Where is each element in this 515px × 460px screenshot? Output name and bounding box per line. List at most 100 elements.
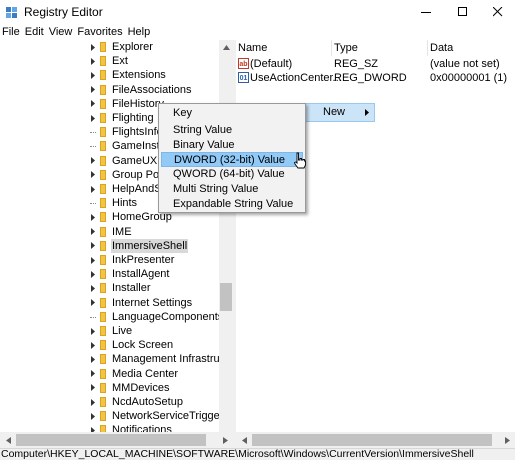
expand-chevron-icon[interactable] xyxy=(89,338,97,352)
scroll-up-arrow-icon[interactable] xyxy=(219,40,233,54)
submenu-item[interactable]: Expandable String Value xyxy=(161,197,303,212)
close-icon xyxy=(493,7,503,17)
menu-favorites[interactable]: Favorites xyxy=(75,26,125,38)
hand-cursor-icon xyxy=(293,152,306,169)
expand-chevron-icon[interactable] xyxy=(89,253,97,267)
tree-item-label: InkPresenter xyxy=(112,254,175,266)
tree-item[interactable]: MMDevices xyxy=(0,381,220,395)
minimize-icon xyxy=(421,12,431,13)
submenu-item[interactable]: Key xyxy=(161,106,303,121)
value-data: (value not set) xyxy=(430,58,500,70)
expand-chevron-icon[interactable] xyxy=(89,324,97,338)
expand-chevron-icon[interactable] xyxy=(89,409,97,423)
folder-icon xyxy=(100,98,106,109)
tree-item-label: Internet Settings xyxy=(112,296,193,309)
tree-item[interactable]: ImmersiveShell xyxy=(0,238,220,253)
folder-icon xyxy=(100,198,106,209)
menu-view[interactable]: View xyxy=(47,26,76,38)
expand-chevron-icon[interactable] xyxy=(89,210,97,224)
expand-chevron-icon[interactable] xyxy=(89,239,97,253)
tree-horizontal-scrollbar[interactable] xyxy=(0,432,233,448)
tree-item[interactable]: Extensions xyxy=(0,68,220,82)
tree-item[interactable]: Explorer xyxy=(0,40,220,54)
expand-chevron-icon[interactable] xyxy=(89,68,97,82)
maximize-button[interactable] xyxy=(446,0,480,24)
value-type: REG_SZ xyxy=(334,58,379,70)
close-button[interactable] xyxy=(481,0,515,24)
tree-item[interactable]: Lock Screen xyxy=(0,338,220,352)
tree-item[interactable]: Media Center xyxy=(0,367,220,381)
folder-icon xyxy=(100,255,106,265)
registry-key-tree[interactable]: Explorer Ext Extensions FileAssociations Fil… xyxy=(0,40,233,432)
expand-chevron-icon[interactable] xyxy=(89,267,97,281)
submenu-item[interactable]: Binary Value xyxy=(161,138,303,153)
value-type: REG_DWORD xyxy=(334,72,407,84)
expand-chevron-icon[interactable] xyxy=(89,281,97,295)
scroll-left-arrow-icon[interactable] xyxy=(236,432,252,448)
tree-item-label: ImmersiveShell xyxy=(111,238,189,253)
scroll-right-arrow-icon[interactable] xyxy=(499,432,515,448)
expand-chevron-icon[interactable] xyxy=(89,54,97,68)
tree-item-label: LanguageComponentsIns xyxy=(112,310,233,323)
tree-item[interactable]: InstallAgent xyxy=(0,267,220,281)
submenu-item[interactable]: Multi String Value xyxy=(161,182,303,197)
minimize-button[interactable] xyxy=(409,0,443,24)
expand-chevron-icon[interactable] xyxy=(89,40,97,54)
tree-item[interactable]: FileAssociations xyxy=(0,83,220,97)
tree-item[interactable]: Internet Settings xyxy=(0,296,220,310)
expand-chevron-icon[interactable] xyxy=(89,367,97,381)
context-menu-new[interactable]: New xyxy=(303,103,375,122)
scroll-thumb[interactable] xyxy=(252,434,492,446)
scroll-right-arrow-icon[interactable] xyxy=(217,432,233,448)
value-row[interactable]: ab (Default) REG_SZ (value not set) xyxy=(237,57,515,71)
menu-file[interactable]: File xyxy=(0,26,23,38)
scroll-thumb[interactable] xyxy=(220,283,232,311)
menu-edit[interactable]: Edit xyxy=(23,26,47,38)
submenu-item[interactable]: QWORD (64-bit) Value xyxy=(161,167,303,182)
tree-item-label: Explorer xyxy=(112,41,153,53)
tree-item-label: Media Center xyxy=(112,367,179,380)
scroll-thumb[interactable] xyxy=(16,434,206,446)
tree-item-label: InstallAgent xyxy=(112,268,170,281)
expand-chevron-icon[interactable] xyxy=(89,423,97,432)
expand-chevron-icon[interactable] xyxy=(89,168,97,182)
tree-connector xyxy=(90,132,96,134)
tree-vertical-scrollbar[interactable] xyxy=(219,40,233,432)
expand-chevron-icon[interactable] xyxy=(89,352,97,366)
submenu-item[interactable]: DWORD (32-bit) Value xyxy=(161,152,303,167)
expand-chevron-icon[interactable] xyxy=(89,296,97,310)
folder-icon xyxy=(100,269,106,280)
expand-chevron-icon[interactable] xyxy=(89,83,97,97)
value-row[interactable]: 01 UseActionCenter... REG_DWORD 0x000000… xyxy=(237,71,515,85)
column-header-name[interactable]: Name xyxy=(236,40,332,56)
tree-item[interactable]: Live xyxy=(0,324,220,338)
column-header-type[interactable]: Type xyxy=(332,40,428,56)
tree-item[interactable]: Management Infrastructu xyxy=(0,352,233,366)
menu-help[interactable]: Help xyxy=(126,26,154,38)
values-list[interactable]: Name Type Data ab (Default) REG_SZ (valu… xyxy=(236,40,515,432)
tree-item-label: Hints xyxy=(112,197,138,210)
folder-icon xyxy=(100,127,106,138)
expand-chevron-icon[interactable] xyxy=(89,111,97,125)
tree-item[interactable]: Installer xyxy=(0,281,220,295)
expand-chevron-icon[interactable] xyxy=(89,154,97,168)
values-horizontal-scrollbar[interactable] xyxy=(236,432,515,448)
scroll-left-arrow-icon[interactable] xyxy=(0,432,16,448)
tree-item-label: Group Poli xyxy=(112,168,164,181)
tree-item[interactable]: Ext xyxy=(0,54,220,68)
tree-item[interactable]: Notifications xyxy=(0,423,220,432)
expand-chevron-icon[interactable] xyxy=(89,225,97,239)
submenu-item[interactable]: String Value xyxy=(161,123,303,138)
expand-chevron-icon[interactable] xyxy=(89,97,97,111)
expand-chevron-icon[interactable] xyxy=(89,381,97,395)
tree-item[interactable]: NcdAutoSetup xyxy=(0,395,220,409)
expand-chevron-icon[interactable] xyxy=(89,182,97,196)
expand-chevron-icon[interactable] xyxy=(89,395,97,409)
column-header-data[interactable]: Data xyxy=(428,40,515,56)
tree-item[interactable]: InkPresenter xyxy=(0,253,220,267)
folder-icon xyxy=(100,113,106,123)
registry-editor-icon xyxy=(6,7,17,18)
tree-item[interactable]: IME xyxy=(0,225,220,239)
tree-item[interactable]: LanguageComponentsIns xyxy=(0,310,233,324)
tree-item[interactable]: NetworkServiceTriggers xyxy=(0,409,229,423)
